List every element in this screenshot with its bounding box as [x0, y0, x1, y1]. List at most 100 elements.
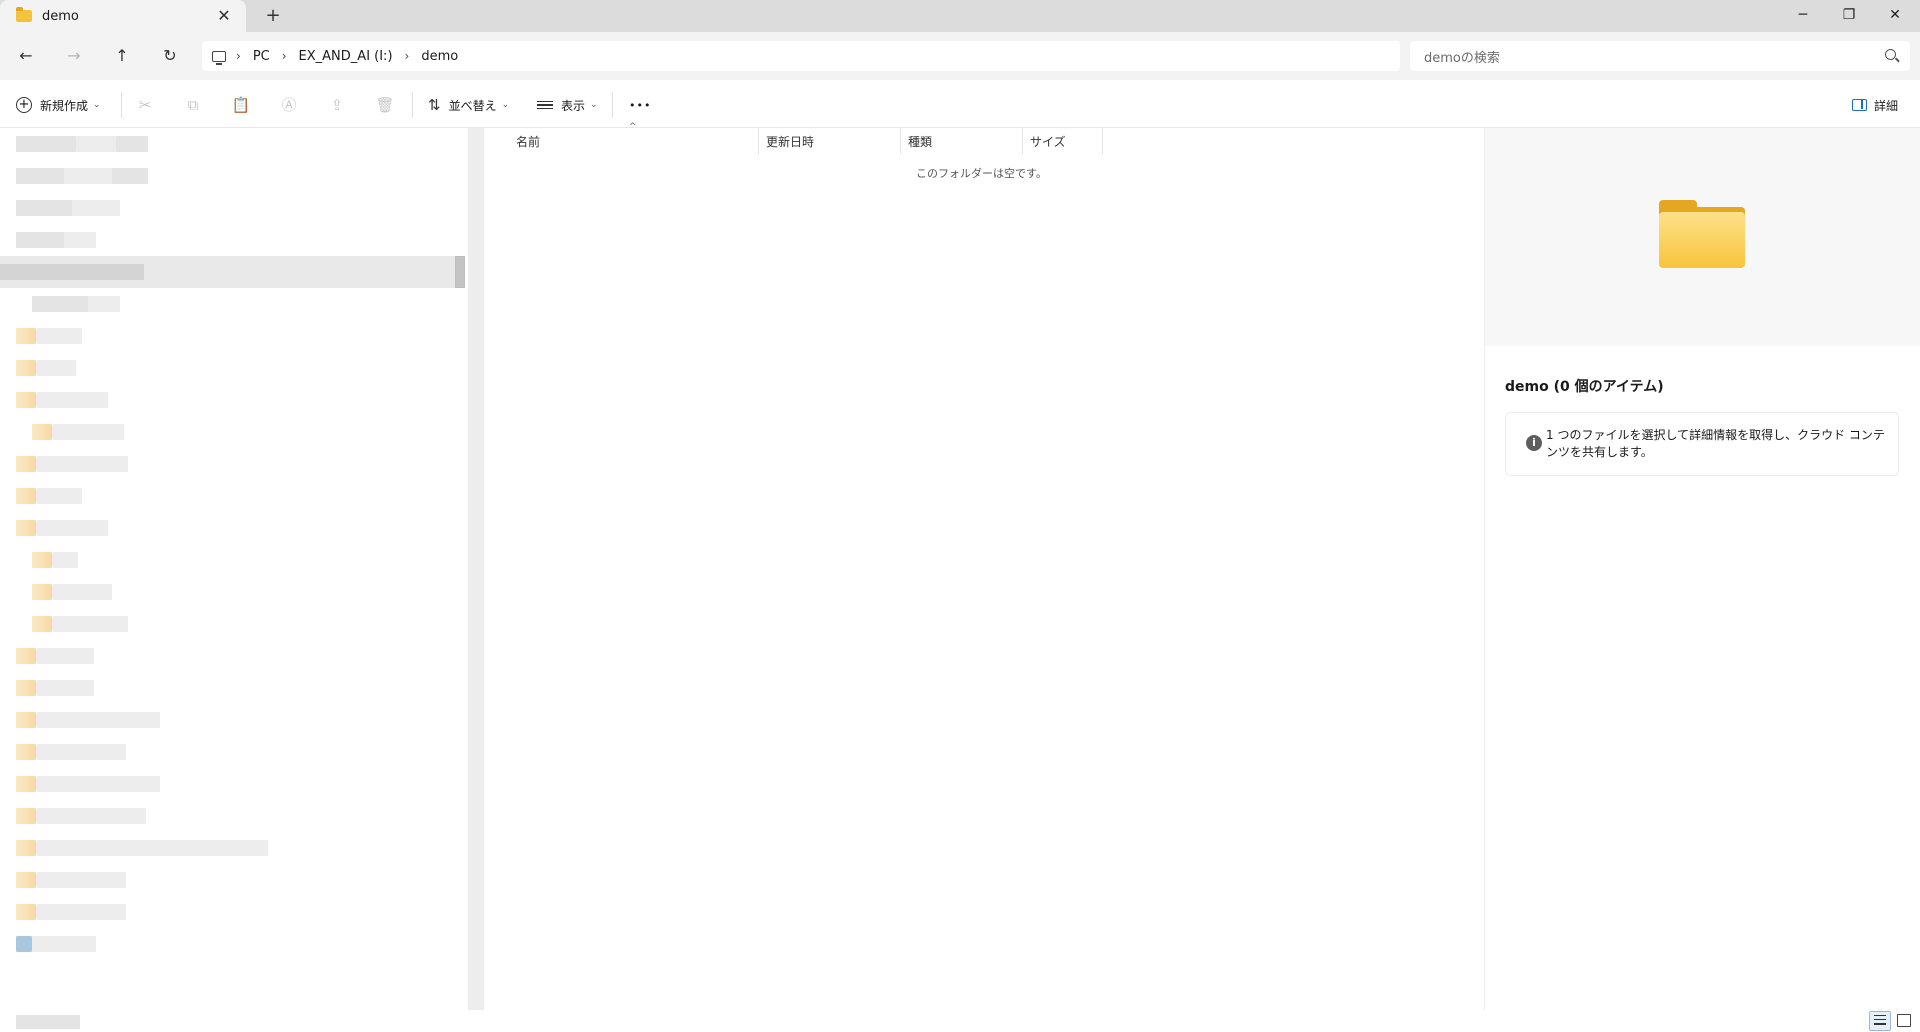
redacted-label — [52, 616, 128, 632]
column-name[interactable]: 名前 — [508, 130, 758, 154]
new-button[interactable]: + 新規作成 ⌄ — [16, 92, 101, 118]
info-text: 1 つのファイルを選択して詳細情報を取得し、クラウド コンテンツを共有します。 — [1546, 428, 1885, 459]
nav-tree-item[interactable] — [0, 672, 455, 704]
details-label: 詳細 — [1873, 98, 1898, 113]
chevron-right-icon[interactable]: › — [282, 49, 287, 63]
nav-tree-item[interactable] — [0, 480, 455, 512]
tiles-view-button[interactable] — [1897, 1014, 1911, 1027]
chevron-right-icon[interactable]: › — [405, 49, 410, 63]
cut-icon[interactable]: ✂ — [133, 93, 157, 117]
forward-button[interactable]: → — [60, 44, 88, 68]
info-box: i 1 つのファイルを選択して詳細情報を取得し、クラウド コンテンツを共有します… — [1505, 412, 1899, 476]
redacted-label — [16, 744, 36, 760]
nav-tree-item[interactable] — [0, 608, 455, 640]
column-size[interactable]: サイズ — [1022, 130, 1102, 154]
column-divider[interactable] — [1102, 128, 1103, 154]
nav-tree-item[interactable] — [0, 576, 455, 608]
view-button[interactable]: 表示 ⌄ — [537, 92, 598, 118]
breadcrumb-pc[interactable]: PC — [253, 49, 270, 64]
breadcrumb-demo[interactable]: demo — [421, 49, 458, 64]
delete-icon[interactable]: 🗑 — [373, 93, 397, 117]
redacted-label — [16, 872, 36, 888]
redacted-label — [36, 840, 268, 856]
details-pane-icon — [1851, 99, 1867, 111]
redacted-label — [36, 680, 94, 696]
back-button[interactable]: ← — [12, 44, 40, 68]
list-view-icon — [537, 99, 553, 112]
chevron-right-icon[interactable]: › — [236, 49, 241, 63]
sort-label: 並べ替え — [448, 98, 497, 113]
new-tab-button[interactable]: + — [262, 5, 284, 27]
nav-tree-item[interactable] — [0, 736, 455, 768]
paste-icon[interactable]: 📋 — [229, 93, 253, 117]
nav-tree-item[interactable] — [0, 288, 455, 320]
tab-close-button[interactable]: ✕ — [214, 6, 234, 26]
breadcrumb-drive[interactable]: EX_AND_AI (I:) — [299, 49, 393, 64]
redacted-label — [36, 520, 108, 536]
nav-tree-item[interactable] — [0, 544, 455, 576]
column-modified[interactable]: 更新日時 — [758, 130, 900, 154]
pane-splitter[interactable] — [468, 128, 484, 1010]
search-icon[interactable] — [1885, 49, 1896, 60]
nav-tree-item[interactable] — [0, 384, 455, 416]
more-options-button[interactable]: ••• — [629, 92, 651, 118]
empty-folder-message: このフォルダーは空です。 — [916, 167, 1047, 180]
nav-tree-item[interactable] — [0, 192, 455, 224]
nav-scroll-handle[interactable] — [455, 256, 465, 288]
refresh-button[interactable]: ↻ — [156, 44, 184, 68]
column-type[interactable]: 種類 — [900, 130, 1022, 154]
address-bar[interactable]: › PC › EX_AND_AI (I:) › demo — [202, 41, 1400, 71]
details-view-button[interactable] — [1869, 1011, 1891, 1031]
monitor-icon — [212, 50, 226, 65]
nav-tree-item[interactable] — [0, 768, 455, 800]
details-pane-button[interactable]: 詳細 — [1851, 93, 1898, 117]
nav-tree-item[interactable] — [0, 352, 455, 384]
tab-demo[interactable]: demo ✕ — [0, 0, 246, 32]
nav-tree-item[interactable] — [0, 224, 455, 256]
nav-tree-item[interactable] — [0, 512, 455, 544]
nav-tree-item[interactable] — [0, 128, 455, 160]
redacted-label — [32, 936, 96, 952]
status-bar — [0, 1010, 1920, 1032]
redacted-label — [64, 168, 112, 184]
rename-icon[interactable]: Ⓐ — [277, 93, 301, 117]
nav-tree-item[interactable] — [0, 160, 455, 192]
nav-tree-item[interactable] — [0, 800, 455, 832]
plus-circle-icon: + — [16, 97, 32, 113]
redacted-label — [36, 712, 160, 728]
close-button[interactable]: ✕ — [1872, 0, 1918, 30]
nav-tree-item[interactable] — [0, 640, 455, 672]
nav-tree-item[interactable] — [0, 416, 455, 448]
restore-button[interactable]: ❐ — [1826, 0, 1872, 30]
nav-tree-item[interactable] — [0, 896, 455, 928]
redacted-label — [16, 680, 36, 696]
divider — [412, 92, 413, 118]
sort-ascending-icon: ^ — [629, 122, 637, 132]
search-input[interactable]: demoの検索 — [1410, 41, 1910, 71]
redacted-label — [16, 840, 36, 856]
redacted-label — [36, 904, 126, 920]
redacted-label — [36, 808, 146, 824]
share-icon[interactable]: ⇪ — [325, 93, 349, 117]
status-item-count — [16, 1015, 80, 1029]
copy-icon[interactable]: ⧉ — [181, 93, 205, 117]
file-list[interactable] — [484, 128, 1484, 1010]
minimize-button[interactable]: ─ — [1780, 0, 1826, 30]
redacted-label — [32, 552, 52, 568]
folder-icon — [16, 7, 32, 22]
nav-tree-item[interactable] — [0, 448, 455, 480]
up-button[interactable]: ↑ — [108, 44, 136, 68]
sort-button[interactable]: ⇅ 並べ替え ⌄ — [428, 92, 509, 118]
nav-tree-item[interactable] — [0, 320, 455, 352]
redacted-label — [16, 776, 36, 792]
redacted-label — [36, 648, 94, 664]
nav-tree-item[interactable] — [0, 928, 455, 960]
nav-tree-item[interactable] — [0, 704, 455, 736]
redacted-label — [16, 936, 32, 952]
nav-tree-item[interactable] — [0, 864, 455, 896]
nav-tree-item[interactable] — [0, 256, 455, 288]
redacted-label — [116, 136, 148, 152]
nav-tree-item[interactable] — [0, 832, 455, 864]
redacted-label — [16, 648, 36, 664]
redacted-label — [32, 424, 52, 440]
